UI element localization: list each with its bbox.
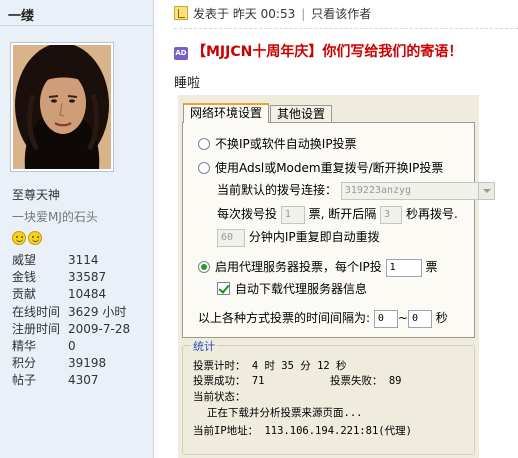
stat-label: 贡献: [12, 287, 37, 302]
interval-row: 以上各种方式投票的时间间隔为: 0 ~0 秒: [198, 309, 448, 328]
user-signature: 一块爱MJ的石头: [12, 210, 98, 224]
user-rank-title: 至尊天神: [12, 188, 61, 202]
dial-connection-value: 319223anzyg: [344, 184, 412, 196]
auto-download-checkbox[interactable]: [217, 282, 230, 295]
ip-label: 当前IP地址：: [193, 425, 259, 437]
ad-badge-icon: AD: [174, 47, 188, 60]
option-label: 使用Adsl或Modem重复拨号/断开换IP投票: [215, 161, 444, 175]
status-value: 正在下载并分析投票来源页面...: [207, 407, 363, 419]
author-only-link[interactable]: 只看该作者: [311, 7, 371, 21]
option-proxy[interactable]: 启用代理服务器投票，每个IP投 1 票: [198, 258, 437, 277]
fail-label: 投票失败：: [330, 375, 383, 387]
divider: [174, 28, 518, 29]
post-body-text: 睡啦: [174, 76, 201, 91]
status-label: 当前状态：: [193, 391, 246, 403]
option-adsl-modem[interactable]: 使用Adsl或Modem重复拨号/断开换IP投票: [198, 159, 443, 177]
option-no-ip-change[interactable]: 不换IP或软件自动换IP投票: [198, 135, 357, 153]
stat-value: 0: [68, 338, 76, 353]
redial-wait-input[interactable]: 3: [380, 205, 403, 224]
interval-min-input[interactable]: 0: [373, 309, 398, 328]
option-label: 启用代理服务器投票，每个IP投: [215, 260, 382, 274]
post-meta: 发表于 昨天 00:53 | 只看该作者: [174, 5, 371, 23]
stat-label: 注册时间: [12, 321, 61, 336]
votes-suffix-label: 票, 断开后隔: [308, 207, 377, 221]
posted-time: 昨天 00:53: [232, 7, 296, 21]
votes-per-dial-input[interactable]: 1: [280, 205, 305, 224]
divider: |: [301, 7, 306, 21]
stat-value: 2009-7-28: [68, 321, 131, 336]
stat-value: 10484: [68, 287, 107, 302]
wait-suffix-label: 秒再拨号.: [405, 207, 458, 221]
avatar[interactable]: [10, 42, 114, 172]
stat-row: 精华 0: [12, 338, 130, 355]
stat-value: 3629 小时: [68, 304, 127, 319]
dial-connection-row: 当前默认的拨号连接： 319223anzyg: [217, 181, 495, 200]
stat-row: 积分 39198: [12, 355, 130, 372]
post-title-text: 【MJJCN十周年庆】你们写给我们的寄语！: [192, 44, 463, 60]
interval-label: 以上各种方式投票的时间间隔为:: [198, 311, 371, 325]
radio-proxy[interactable]: [198, 261, 210, 273]
interval-unit-label: 秒: [435, 311, 448, 325]
stat-label: 帖子: [12, 373, 37, 388]
network-settings-panel: 不换IP或软件自动换IP投票 使用Adsl或Modem重复拨号/断开换IP投票 …: [182, 122, 495, 338]
username[interactable]: 一缕: [8, 5, 34, 24]
smiley-medal-icon[interactable]: [28, 231, 42, 245]
stat-row: 在线时间 3629 小时: [12, 304, 130, 321]
interval-max-input[interactable]: 0: [407, 309, 432, 328]
user-profile-sidebar: 一缕 至尊天神 一块爱MJ的石头 威望 3114 金钱 33587 贡献 10484 …: [0, 0, 154, 458]
post-title: AD 【MJJCN十周年庆】你们写给我们的寄语！: [174, 42, 462, 62]
stats-group: 统计 投票计时： 4 时 35 分 12 秒 投票成功： 71 投票失败： 89…: [182, 338, 475, 455]
medal-list: [12, 231, 44, 248]
dial-votes-row: 每次拨号投 1 票, 断开后隔 3 秒再拨号.: [217, 205, 458, 224]
stats-group-title: 统计: [191, 338, 217, 354]
success-value: 71: [251, 375, 265, 387]
stat-value: 33587: [68, 270, 107, 285]
stat-label: 金钱: [12, 270, 37, 285]
stat-label: 威望: [12, 253, 37, 267]
retry-suffix-label: 分钟内IP重复即自动重拨: [248, 230, 380, 244]
radio-no-ip-change[interactable]: [198, 138, 210, 150]
vote-fail: 投票失败： 89: [330, 374, 401, 388]
timer-value: 4 时 35 分 12 秒: [251, 360, 347, 372]
smiley-medal-icon[interactable]: [12, 231, 26, 245]
proxy-unit-label: 票: [425, 260, 438, 274]
retry-row: 60 分钟内IP重复即自动重拨: [217, 228, 380, 247]
stat-value: 4307: [68, 373, 99, 388]
stat-value: 39198: [68, 356, 107, 371]
current-ip: 当前IP地址： 113.106.194.221:81(代理): [193, 424, 412, 438]
dial-connection-select[interactable]: 319223anzyg: [340, 181, 495, 200]
divider: [0, 25, 153, 26]
interval-separator: ~: [397, 311, 408, 325]
avatar-portrait-image: [13, 45, 111, 169]
fail-value: 89: [388, 375, 402, 387]
radio-adsl-modem[interactable]: [198, 162, 210, 174]
stat-label: 精华: [12, 338, 37, 353]
tab-network-settings[interactable]: 网络环境设置: [183, 103, 270, 123]
stat-label: 积分: [12, 356, 37, 371]
vote-timer: 投票计时： 4 时 35 分 12 秒: [193, 359, 347, 373]
proxy-votes-input[interactable]: 1: [385, 258, 422, 277]
stat-row: 金钱 33587: [12, 269, 130, 286]
user-stats: 威望 3114 金钱 33587 贡献 10484 在线时间 3629 小时 注册时间 2…: [12, 252, 130, 390]
posted-prefix: 发表于: [193, 7, 230, 21]
vote-success: 投票成功： 71: [193, 374, 264, 388]
timer-label: 投票计时：: [193, 360, 246, 372]
every-dial-label: 每次拨号投: [217, 207, 278, 221]
post-icon: [174, 6, 188, 20]
dial-label: 当前默认的拨号连接：: [217, 183, 338, 197]
stat-row: 威望 3114: [12, 252, 130, 269]
vote-tool-window: 网络环境设置 其他设置 不换IP或软件自动换IP投票 使用Adsl或Modem重…: [178, 95, 495, 458]
chevron-down-icon[interactable]: [477, 182, 494, 199]
stat-row: 注册时间 2009-7-28: [12, 321, 130, 338]
stat-label: 在线时间: [12, 304, 61, 319]
success-label: 投票成功：: [193, 375, 246, 387]
option-label: 不换IP或软件自动换IP投票: [215, 137, 357, 151]
auto-download-label: 自动下载代理服务器信息: [235, 282, 368, 296]
stat-row: 贡献 10484: [12, 286, 130, 303]
retry-minutes-input[interactable]: 60: [217, 228, 245, 247]
ip-value: 113.106.194.221:81(代理): [264, 425, 412, 437]
stat-row: 帖子 4307: [12, 372, 130, 389]
auto-download-row[interactable]: 自动下载代理服务器信息: [217, 280, 367, 298]
stat-value: 3114: [68, 253, 99, 267]
